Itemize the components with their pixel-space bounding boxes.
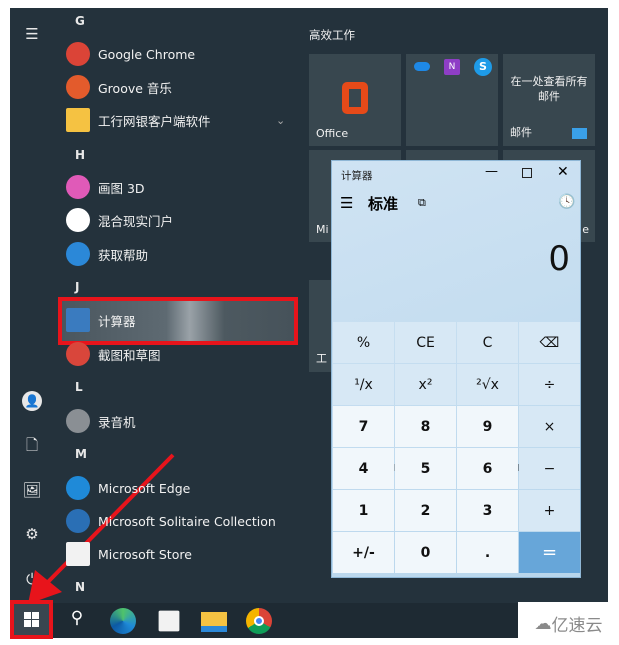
app-item-store[interactable]: Microsoft Store [66, 539, 192, 569]
paint3d-icon [66, 175, 90, 199]
mixed-reality-icon [66, 208, 90, 232]
app-item-snip[interactable]: 截图和草图 [66, 339, 161, 369]
edge-icon [66, 476, 90, 500]
app-item-chrome[interactable]: Google Chrome [66, 39, 195, 69]
app-item-solitaire[interactable]: Microsoft Solitaire Collection [66, 506, 276, 536]
app-label: Microsoft Store [98, 546, 192, 562]
calculator-icon [66, 308, 90, 332]
recorder-icon [66, 409, 90, 433]
app-label: Groove 音乐 [98, 80, 172, 96]
app-label: 工行网银客户端软件 [98, 113, 211, 129]
app-label: 混合现实门户 [98, 213, 174, 229]
app-label: 计算器 [98, 313, 136, 329]
folder-icon [66, 108, 90, 132]
groove-icon [66, 75, 90, 99]
app-item-paint3d[interactable]: 画图 3D [66, 172, 145, 202]
watermark: ☁ 亿速云 [518, 602, 619, 645]
app-item-recorder[interactable]: 录音机 [66, 406, 136, 436]
app-label: Google Chrome [98, 46, 196, 62]
app-label: 录音机 [98, 414, 136, 430]
app-item-help[interactable]: 获取帮助 [66, 239, 148, 269]
snip-icon [66, 342, 90, 366]
app-label: 画图 3D [98, 180, 145, 196]
app-label: Microsoft Solitaire Collection [98, 513, 276, 529]
chevron-down-icon[interactable]: ⌄ [276, 114, 285, 127]
app-item-edge[interactable]: Microsoft Edge [66, 473, 190, 503]
app-item-calculator[interactable]: 计算器 [66, 305, 136, 335]
solitaire-icon [66, 509, 90, 533]
app-label: 截图和草图 [98, 347, 161, 363]
app-item-groove[interactable]: Groove 音乐 [66, 72, 172, 102]
app-label: 获取帮助 [98, 247, 149, 263]
app-label: Microsoft Edge [98, 480, 191, 496]
store-icon [66, 542, 90, 566]
watermark-text: 亿速云 [551, 616, 603, 636]
app-item-mixed-reality[interactable]: 混合现实门户 [66, 205, 173, 235]
app-item-folder[interactable]: 工行网银客户端软件 ⌄ [66, 105, 285, 135]
chrome-icon [66, 42, 90, 66]
help-icon [66, 242, 90, 266]
